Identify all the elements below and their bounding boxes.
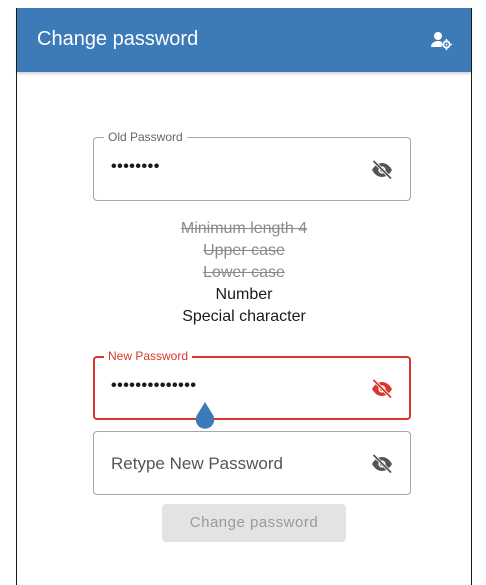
retype-password-placeholder[interactable]: Retype New Password <box>111 454 283 474</box>
eye-off-icon[interactable] <box>370 452 394 476</box>
new-password-label: New Password <box>104 349 193 363</box>
page-title: Change password <box>37 28 199 50</box>
eye-off-icon[interactable] <box>370 377 394 401</box>
old-password-field[interactable]: Old Password •••••••• <box>93 130 411 201</box>
requirement-upper-case: Upper case <box>203 242 285 259</box>
requirement-number: Number <box>215 286 273 303</box>
requirement-special-character: Special character <box>182 308 306 325</box>
new-password-field[interactable]: New Password •••••••••••••• <box>93 349 411 420</box>
password-requirements: Minimum length 4 Upper case Lower case N… <box>17 218 471 328</box>
account-settings-icon[interactable] <box>429 28 453 52</box>
app-bar: Change password <box>17 8 471 72</box>
eye-off-icon[interactable] <box>370 158 394 182</box>
app-window: Change password Old Password •••••••• Mi… <box>16 8 472 585</box>
change-password-button[interactable]: Change password <box>162 504 346 542</box>
text-cursor-handle[interactable] <box>194 401 216 431</box>
retype-password-field[interactable]: Retype New Password <box>93 431 411 495</box>
requirement-lower-case: Lower case <box>203 264 285 281</box>
old-password-label: Old Password <box>104 130 187 144</box>
new-password-value[interactable]: •••••••••••••• <box>111 377 196 395</box>
old-password-value[interactable]: •••••••• <box>111 158 160 176</box>
requirement-min-length: Minimum length 4 <box>180 220 308 237</box>
